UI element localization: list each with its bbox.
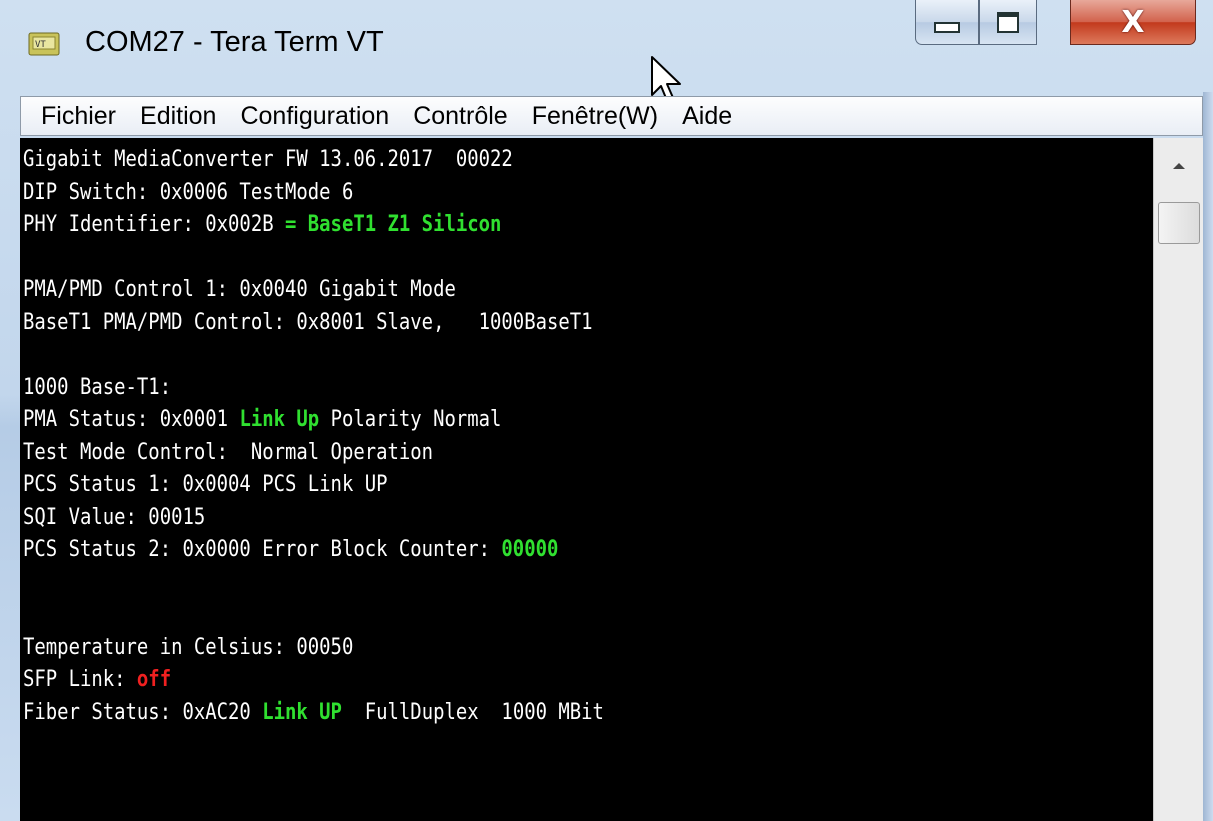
menu-bar: Fichier Edition Configuration Contrôle F… — [20, 96, 1203, 136]
terminal-highlight-text: Link Up — [239, 407, 320, 432]
terminal-text: PCS Status 2: 0x0000 Error Block Counter… — [23, 537, 502, 562]
minimize-icon — [934, 21, 960, 33]
terminal-line: BaseT1 PMA/PMD Control: 0x8001 Slave, 10… — [23, 307, 593, 339]
terminal-text: Test Mode Control: Normal Operation — [23, 439, 434, 465]
terminal-line: Temperature in Celsius: 00050 — [23, 632, 353, 664]
maximize-button[interactable] — [979, 0, 1037, 45]
terminal-text: Temperature in Celsius: 00050 — [23, 634, 354, 660]
terminal-text: PMA Status: 0x0001 — [23, 407, 240, 432]
terminal-line: SQI Value: 00015 — [23, 502, 205, 534]
terminal-text: SFP Link: — [23, 667, 137, 692]
minimize-button[interactable] — [915, 0, 979, 45]
close-icon: X — [1121, 4, 1145, 40]
menu-controle[interactable]: Contrôle — [401, 97, 520, 135]
terminal-text: Polarity Normal — [319, 407, 502, 432]
menu-configuration[interactable]: Configuration — [228, 97, 401, 135]
menu-aide[interactable]: Aide — [670, 97, 744, 135]
terminal-highlight-text: Link UP — [262, 699, 342, 725]
arrow-up-icon — [1172, 163, 1185, 169]
terminal-text: DIP Switch: 0x0006 TestMode 6 — [23, 179, 354, 205]
close-button[interactable]: X — [1070, 0, 1196, 45]
terminal-line: Fiber Status: 0xAC20 Link UP FullDuplex … — [23, 697, 604, 729]
terminal-line: DIP Switch: 0x0006 TestMode 6 — [23, 177, 353, 209]
title-bar[interactable]: VT COM27 - Tera Term VT X — [0, 0, 1213, 92]
terminal-text: PHY Identifier: 0x002B — [23, 212, 285, 237]
terminal-highlight-text: = BaseT1 Z1 Silicon — [284, 212, 502, 237]
terminal-text: PMA/PMD Control 1: 0x0040 Gigabit Mode — [23, 277, 456, 302]
window-title: COM27 - Tera Term VT — [85, 26, 384, 58]
terminal-line: SFP Link: off — [23, 664, 171, 696]
terminal-highlight-text: 00000 — [501, 537, 559, 562]
window-border — [1203, 92, 1213, 821]
terminal-line: PCS Status 2: 0x0000 Error Block Counter… — [23, 534, 558, 566]
teraterm-app-icon[interactable]: VT — [28, 30, 62, 58]
svg-text:VT: VT — [35, 40, 46, 50]
terminal-line: PMA Status: 0x0001 Link Up Polarity Norm… — [23, 404, 501, 436]
terminal-text: SQI Value: 00015 — [23, 504, 206, 530]
app-window: VT COM27 - Tera Term VT X Fichier Editio… — [0, 0, 1213, 821]
terminal-line: PMA/PMD Control 1: 0x0040 Gigabit Mode — [23, 274, 456, 306]
scroll-thumb[interactable] — [1158, 202, 1200, 244]
terminal-highlight-text: off — [136, 667, 172, 692]
terminal-output[interactable]: Gigabit MediaConverter FW 13.06.2017 000… — [20, 138, 1153, 821]
terminal-text: Fiber Status: 0xAC20 — [23, 699, 263, 725]
terminal-text: PCS Status 1: 0x0004 PCS Link UP — [23, 472, 388, 497]
terminal-text: Gigabit MediaConverter FW 13.06.2017 000… — [23, 147, 513, 172]
terminal-line: Gigabit MediaConverter FW 13.06.2017 000… — [23, 144, 513, 176]
terminal-line: 1000 Base-T1: — [23, 372, 171, 404]
terminal-text: 1000 Base-T1: — [23, 374, 172, 400]
maximize-icon — [997, 11, 1019, 33]
terminal-line: Test Mode Control: Normal Operation — [23, 437, 433, 469]
menu-fichier[interactable]: Fichier — [21, 97, 128, 135]
menu-fenetre[interactable]: Fenêtre(W) — [520, 97, 670, 135]
terminal-line: PCS Status 1: 0x0004 PCS Link UP — [23, 469, 388, 501]
terminal-text: BaseT1 PMA/PMD Control: 0x8001 Slave, 10… — [23, 309, 593, 335]
scroll-up-button[interactable] — [1154, 138, 1203, 194]
terminal-text: FullDuplex 1000 MBit — [341, 699, 604, 725]
menu-edition[interactable]: Edition — [128, 97, 228, 135]
terminal-line: PHY Identifier: 0x002B = BaseT1 Z1 Silic… — [23, 209, 501, 241]
vertical-scrollbar[interactable] — [1153, 138, 1203, 821]
